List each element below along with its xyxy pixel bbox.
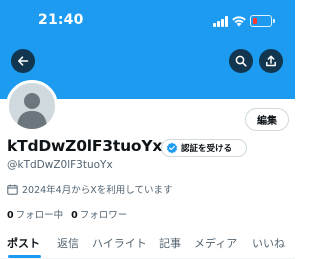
search-icon <box>235 55 247 67</box>
verified-badge-icon <box>166 142 178 154</box>
follow-stats: 0 フォロー中 0 フォロワー <box>7 207 127 221</box>
profile-tabs: ポスト 返信 ハイライト 記事 メディア いいね <box>0 228 295 259</box>
calendar-icon <box>7 184 18 195</box>
tab-articles[interactable]: 記事 <box>159 235 181 251</box>
following-label: フォロー中 <box>15 210 64 221</box>
status-bar: 21:40 <box>0 0 295 44</box>
status-time: 21:40 <box>38 12 84 28</box>
wifi-icon <box>232 16 246 27</box>
followers-label: フォロワー <box>79 210 128 221</box>
join-date: 2024年4月からXを利用しています <box>7 182 172 196</box>
battery-cap <box>273 19 275 23</box>
battery-level <box>252 17 257 25</box>
search-button[interactable] <box>229 49 253 73</box>
following-link[interactable]: 0 フォロー中 <box>7 207 63 221</box>
cellular-signal-icon <box>213 16 229 27</box>
back-button[interactable] <box>11 49 35 73</box>
share-icon <box>266 55 276 67</box>
user-handle: @kTdDwZ0lF3tuoYx <box>7 159 113 171</box>
edit-profile-button[interactable]: 編集 <box>245 108 289 131</box>
following-count: 0 <box>7 210 14 221</box>
get-verified-button[interactable]: 認証を受ける <box>161 139 247 157</box>
tab-highlights[interactable]: ハイライト <box>92 235 147 251</box>
arrow-left-icon <box>18 56 29 66</box>
tab-likes[interactable]: いいね <box>252 235 285 251</box>
get-verified-label: 認証を受ける <box>181 144 233 154</box>
display-name: kTdDwZ0lF3tuoYx <box>7 137 163 155</box>
followers-count: 0 <box>71 210 78 221</box>
battery-icon <box>250 15 272 27</box>
join-date-text: 2024年4月からXを利用しています <box>22 185 173 196</box>
active-tab-indicator <box>8 255 41 258</box>
tab-media[interactable]: メディア <box>194 235 237 251</box>
tab-replies[interactable]: 返信 <box>57 235 79 251</box>
share-button[interactable] <box>259 49 283 73</box>
tab-posts[interactable]: ポスト <box>7 235 40 251</box>
followers-link[interactable]: 0 フォロワー <box>71 207 127 221</box>
avatar[interactable] <box>6 80 58 132</box>
default-avatar-icon <box>17 93 47 129</box>
